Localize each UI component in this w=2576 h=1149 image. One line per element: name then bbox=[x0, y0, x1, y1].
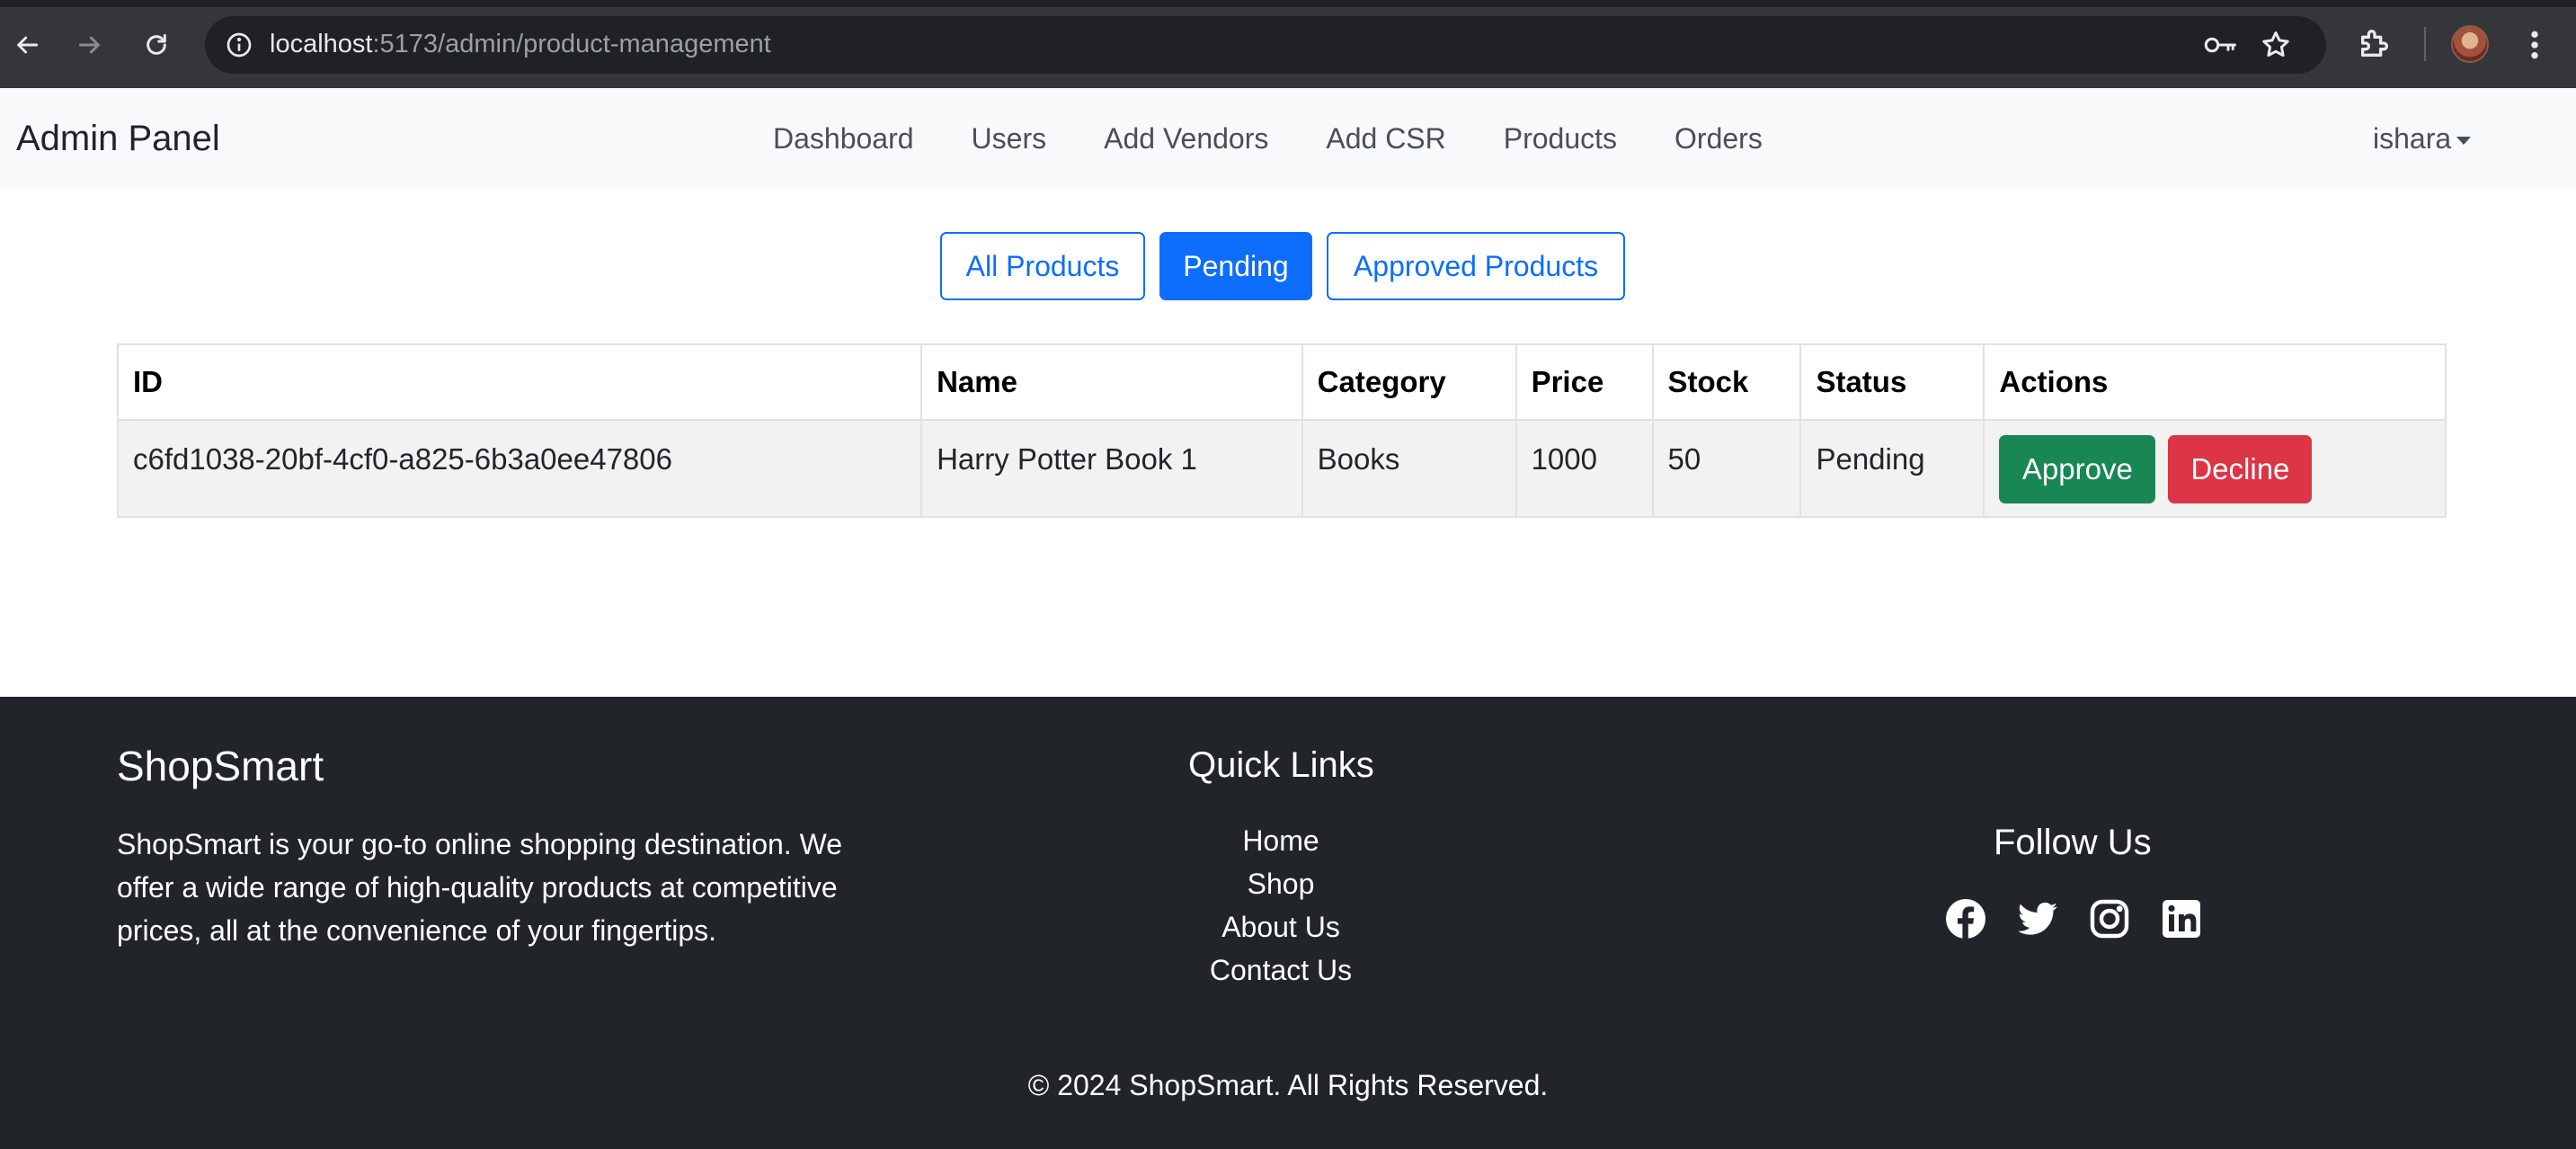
toolbar-divider bbox=[2424, 27, 2426, 61]
column-header-category: Category bbox=[1301, 343, 1517, 421]
column-header-price: Price bbox=[1515, 343, 1654, 421]
reload-icon bbox=[147, 33, 166, 55]
all-products-button[interactable]: All Products bbox=[940, 232, 1145, 300]
reload-button[interactable] bbox=[131, 20, 182, 70]
approve-button[interactable]: Approve bbox=[1999, 435, 2156, 503]
table-header-row: ID Name Category Price Stock Status Acti… bbox=[116, 343, 2447, 421]
column-header-name: Name bbox=[920, 343, 1303, 421]
product-filter-group: All Products Pending Approved Products bbox=[940, 232, 1625, 300]
nav-link-add-csr[interactable]: Add CSR bbox=[1326, 122, 1445, 156]
address-bar[interactable]: localhost:5173/admin/product-management bbox=[205, 16, 2326, 74]
url-text[interactable]: localhost:5173/admin/product-management bbox=[270, 30, 771, 59]
column-header-actions: Actions bbox=[1983, 343, 2447, 421]
bookmark-star-icon[interactable] bbox=[2260, 29, 2292, 61]
footer-link-contact-us[interactable]: Contact Us bbox=[1101, 949, 1461, 992]
facebook-link[interactable] bbox=[1943, 896, 1988, 941]
cell-price: 1000 bbox=[1515, 419, 1654, 518]
linkedin-link[interactable] bbox=[2159, 896, 2204, 941]
instagram-link[interactable] bbox=[2087, 896, 2132, 941]
profile-avatar[interactable] bbox=[2451, 25, 2489, 63]
social-links bbox=[1943, 896, 2204, 941]
linkedin-icon bbox=[2163, 900, 2200, 938]
navbar-brand[interactable]: Admin Panel bbox=[16, 119, 220, 159]
footer-link-home[interactable]: Home bbox=[1101, 819, 1461, 862]
table-row: c6fd1038-20bf-4cf0-a825-6b3a0ee47806 Har… bbox=[116, 419, 2447, 518]
site-info-icon[interactable] bbox=[225, 31, 253, 59]
nav-link-products[interactable]: Products bbox=[1504, 122, 1617, 156]
approved-products-button[interactable]: Approved Products bbox=[1327, 232, 1625, 300]
cell-status: Pending bbox=[1799, 419, 1985, 518]
nav-link-users[interactable]: Users bbox=[972, 122, 1047, 156]
back-button[interactable] bbox=[2, 20, 52, 70]
tab-strip bbox=[0, 0, 2576, 7]
products-table: ID Name Category Price Stock Status Acti… bbox=[116, 343, 2447, 518]
user-name: ishara bbox=[2373, 122, 2452, 155]
column-header-stock: Stock bbox=[1651, 343, 1802, 421]
nav-link-dashboard[interactable]: Dashboard bbox=[773, 122, 914, 156]
caret-down-icon bbox=[2456, 137, 2472, 145]
copyright-text: © 2024 ShopSmart. All Rights Reserved. bbox=[1027, 1069, 1549, 1101]
nav-link-orders[interactable]: Orders bbox=[1674, 122, 1763, 156]
pending-button[interactable]: Pending bbox=[1159, 232, 1312, 300]
site-footer: ShopSmart ShopSmart is your go-to online… bbox=[0, 697, 2576, 1149]
cell-id: c6fd1038-20bf-4cf0-a825-6b3a0ee47806 bbox=[116, 419, 923, 518]
nav-links: Dashboard Users Add Vendors Add CSR Prod… bbox=[773, 122, 1763, 156]
url-host: localhost bbox=[270, 30, 373, 58]
nav-link-add-vendors[interactable]: Add Vendors bbox=[1104, 122, 1268, 156]
cell-category: Books bbox=[1301, 419, 1517, 518]
column-header-status: Status bbox=[1799, 343, 1985, 421]
footer-brand: ShopSmart bbox=[117, 743, 324, 789]
browser-chrome: localhost:5173/admin/product-management bbox=[0, 0, 2576, 88]
cell-stock: 50 bbox=[1651, 419, 1802, 518]
footer-description: ShopSmart is your go-to online shopping … bbox=[117, 828, 842, 947]
cell-name: Harry Potter Book 1 bbox=[920, 419, 1303, 518]
password-key-icon[interactable] bbox=[2202, 29, 2238, 61]
column-header-id: ID bbox=[116, 343, 923, 421]
twitter-icon bbox=[2018, 902, 2057, 935]
footer-link-shop[interactable]: Shop bbox=[1101, 862, 1461, 905]
more-menu-icon[interactable] bbox=[2524, 27, 2545, 63]
forward-button[interactable] bbox=[65, 20, 115, 70]
quick-links-title: Quick Links bbox=[1188, 745, 1374, 785]
footer-link-about-us[interactable]: About Us bbox=[1101, 905, 1461, 949]
quick-links-list: Home Shop About Us Contact Us bbox=[1101, 819, 1461, 992]
instagram-icon bbox=[2090, 899, 2129, 939]
arrow-left-icon bbox=[17, 36, 39, 54]
facebook-icon bbox=[1946, 899, 1985, 939]
user-dropdown[interactable]: ishara bbox=[2373, 122, 2472, 156]
decline-button[interactable]: Decline bbox=[2168, 435, 2313, 503]
extensions-puzzle-icon[interactable] bbox=[2357, 25, 2393, 61]
follow-us-title: Follow Us bbox=[1994, 823, 2152, 862]
admin-navbar: Admin Panel Dashboard Users Add Vendors … bbox=[0, 88, 2576, 189]
url-path: :5173/admin/product-management bbox=[372, 30, 771, 58]
arrow-right-icon bbox=[78, 36, 100, 54]
cell-actions: Approve Decline bbox=[1983, 419, 2447, 518]
twitter-link[interactable] bbox=[2015, 896, 2060, 941]
